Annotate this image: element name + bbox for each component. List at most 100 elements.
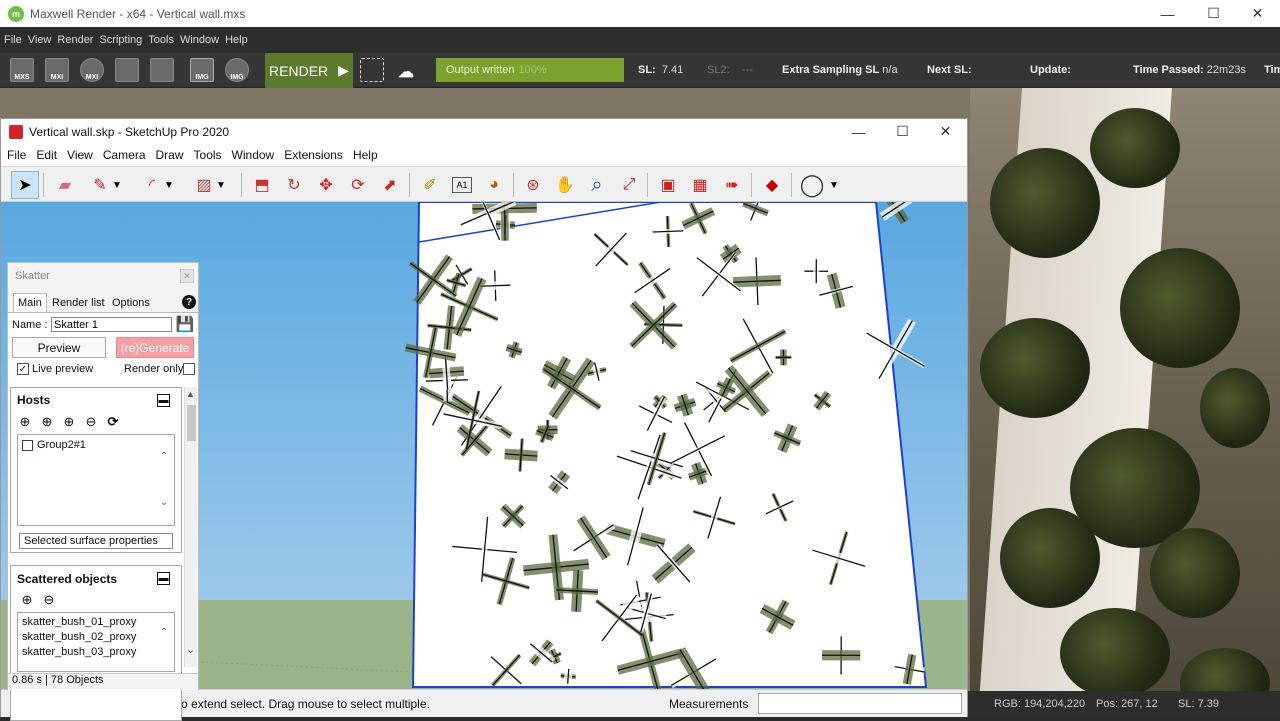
menu-window[interactable]: Window <box>180 34 219 46</box>
extension-warehouse-icon[interactable]: ▦ <box>686 171 714 199</box>
bush-proxy[interactable] <box>882 202 910 222</box>
su-maximize-button[interactable]: ☐ <box>880 119 925 144</box>
scattered-collapse-icon[interactable]: ▬ <box>157 572 170 585</box>
render-only-checkbox[interactable] <box>183 363 195 375</box>
preview-button[interactable]: Preview <box>12 337 106 358</box>
help-icon[interactable]: ? <box>182 295 196 309</box>
scroll-down-icon[interactable]: ⌄ <box>160 497 168 508</box>
su-menu-draw[interactable]: Draw <box>156 148 184 162</box>
hosts-collapse-icon[interactable]: ▬ <box>157 394 170 407</box>
paint-bucket-icon[interactable]: ◕ <box>480 171 508 199</box>
su-minimize-button[interactable]: — <box>836 119 881 144</box>
render-button[interactable]: RENDER ▶ <box>265 53 353 88</box>
maximize-button[interactable]: ☐ <box>1191 0 1236 27</box>
regenerate-button[interactable]: (re)Generate <box>116 337 194 358</box>
scroll-down-icon[interactable]: ⌄ <box>186 643 195 656</box>
save-icon[interactable] <box>150 58 174 82</box>
zoom-icon[interactable]: ⌕ <box>583 171 611 199</box>
tab-render-list[interactable]: Render list <box>48 293 109 312</box>
mxi-icon[interactable]: MXI <box>45 58 69 82</box>
account-icon[interactable]: ◯ <box>798 171 826 199</box>
list-item[interactable]: skatter_bush_01_proxy <box>22 616 136 628</box>
list-item[interactable]: skatter_bush_03_proxy <box>22 646 136 658</box>
ruby-icon[interactable]: ◆ <box>758 171 786 199</box>
measurements-input[interactable] <box>758 693 962 714</box>
sketchup-toolbar: ➤ ▰ ✎ ▼ ◜ ▼ ▨ ▼ ⬒ ↻ ✥ ⟳ ⬈ ✐ A1 ◕ ⊛ ✋ ⌕ ⤢… <box>1 166 967 202</box>
add-host-group-icon[interactable]: ⊕ <box>39 414 55 430</box>
name-input[interactable] <box>51 317 172 332</box>
bush-proxy[interactable] <box>550 473 567 490</box>
sketchup-menu-bar: File Edit View Camera Draw Tools Window … <box>1 144 967 166</box>
save-icon[interactable]: 💾 <box>176 315 194 333</box>
add-object-icon[interactable]: ⊕ <box>19 592 35 608</box>
menu-scripting[interactable]: Scripting <box>99 34 142 46</box>
mxs-icon[interactable]: MXS <box>10 58 34 82</box>
selected-surface-properties[interactable]: Selected surface properties <box>19 533 173 549</box>
sl-value: 7.41 <box>662 64 683 76</box>
mxi-open-icon[interactable]: MXI <box>80 58 104 82</box>
su-menu-camera[interactable]: Camera <box>103 148 146 162</box>
menu-file[interactable]: File <box>4 34 22 46</box>
bush-proxy[interactable] <box>717 379 734 396</box>
host-checkbox[interactable] <box>22 440 33 451</box>
list-item[interactable]: skatter_bush_02_proxy <box>22 631 136 643</box>
send-to-layout-icon[interactable]: ➠ <box>718 171 746 199</box>
region-icon[interactable] <box>360 58 384 82</box>
tab-options[interactable]: Options <box>108 293 154 312</box>
add-host-component-icon[interactable]: ⊕ <box>61 414 77 430</box>
name-label: Name : <box>12 319 47 331</box>
move-icon[interactable]: ✥ <box>312 171 340 199</box>
menu-view[interactable]: View <box>28 34 52 46</box>
live-preview-checkbox[interactable]: ✓ <box>17 363 29 375</box>
warehouse-icon[interactable]: ▣ <box>654 171 682 199</box>
img-icon[interactable]: IMG <box>190 58 214 82</box>
remove-object-icon[interactable]: ⊖ <box>41 592 57 608</box>
remove-host-icon[interactable]: ⊖ <box>83 414 99 430</box>
close-button[interactable]: ✕ <box>1235 0 1280 27</box>
scroll-up-icon[interactable]: ⌃ <box>160 627 168 638</box>
list-item[interactable]: Group2#1 <box>22 439 86 451</box>
account-dropdown-icon[interactable]: ▼ <box>827 171 841 199</box>
cloud-upload-icon[interactable]: ☁ <box>394 58 418 82</box>
select-icon[interactable]: ➤ <box>11 171 39 199</box>
rotate-icon[interactable]: ⟳ <box>344 171 372 199</box>
add-host-icon[interactable]: ⊕ <box>17 414 33 430</box>
zoom-extents-icon[interactable]: ⤢ <box>615 171 643 199</box>
su-menu-window[interactable]: Window <box>232 148 275 162</box>
follow-me-icon[interactable]: ↻ <box>280 171 308 199</box>
arc-dropdown-icon[interactable]: ▼ <box>162 171 176 199</box>
render-bush <box>980 318 1090 418</box>
scroll-up-icon[interactable]: ▲ <box>186 389 195 399</box>
su-menu-view[interactable]: View <box>67 148 93 162</box>
scroll-up-icon[interactable]: ⌃ <box>160 451 168 462</box>
orbit-icon[interactable]: ⊛ <box>519 171 547 199</box>
scale-icon[interactable]: ⬈ <box>376 171 404 199</box>
push-pull-icon[interactable]: ⬒ <box>248 171 276 199</box>
refresh-hosts-icon[interactable]: ⟳ <box>105 414 121 430</box>
live-preview-label: Live preview <box>32 363 93 375</box>
su-menu-extensions[interactable]: Extensions <box>284 148 343 162</box>
menu-help[interactable]: Help <box>225 34 248 46</box>
tab-main[interactable]: Main <box>13 293 47 312</box>
su-menu-file[interactable]: File <box>7 148 26 162</box>
su-menu-help[interactable]: Help <box>353 148 378 162</box>
pan-icon[interactable]: ✋ <box>551 171 579 199</box>
render-bush <box>1200 368 1270 448</box>
skatter-close-icon[interactable]: ✕ <box>180 269 194 283</box>
eraser-icon[interactable]: ▰ <box>51 171 79 199</box>
rectangle-dropdown-icon[interactable]: ▼ <box>214 171 228 199</box>
img-save-icon[interactable]: IMG <box>225 58 249 82</box>
tape-measure-icon[interactable]: ✐ <box>416 171 444 199</box>
text-icon[interactable]: A1 <box>452 177 472 193</box>
sl2-value: --- <box>742 64 753 76</box>
su-close-button[interactable]: ✕ <box>923 119 968 144</box>
menu-render[interactable]: Render <box>57 34 93 46</box>
pencil-dropdown-icon[interactable]: ▼ <box>110 171 124 199</box>
compare-icon[interactable] <box>115 58 139 82</box>
su-menu-edit[interactable]: Edit <box>36 148 57 162</box>
minimize-button[interactable]: — <box>1145 0 1190 27</box>
menu-tools[interactable]: Tools <box>148 34 174 46</box>
panel-scrollbar[interactable]: ▲ ⌄ <box>184 387 197 667</box>
su-menu-tools[interactable]: Tools <box>194 148 222 162</box>
scrollbar-thumb[interactable] <box>187 405 196 441</box>
